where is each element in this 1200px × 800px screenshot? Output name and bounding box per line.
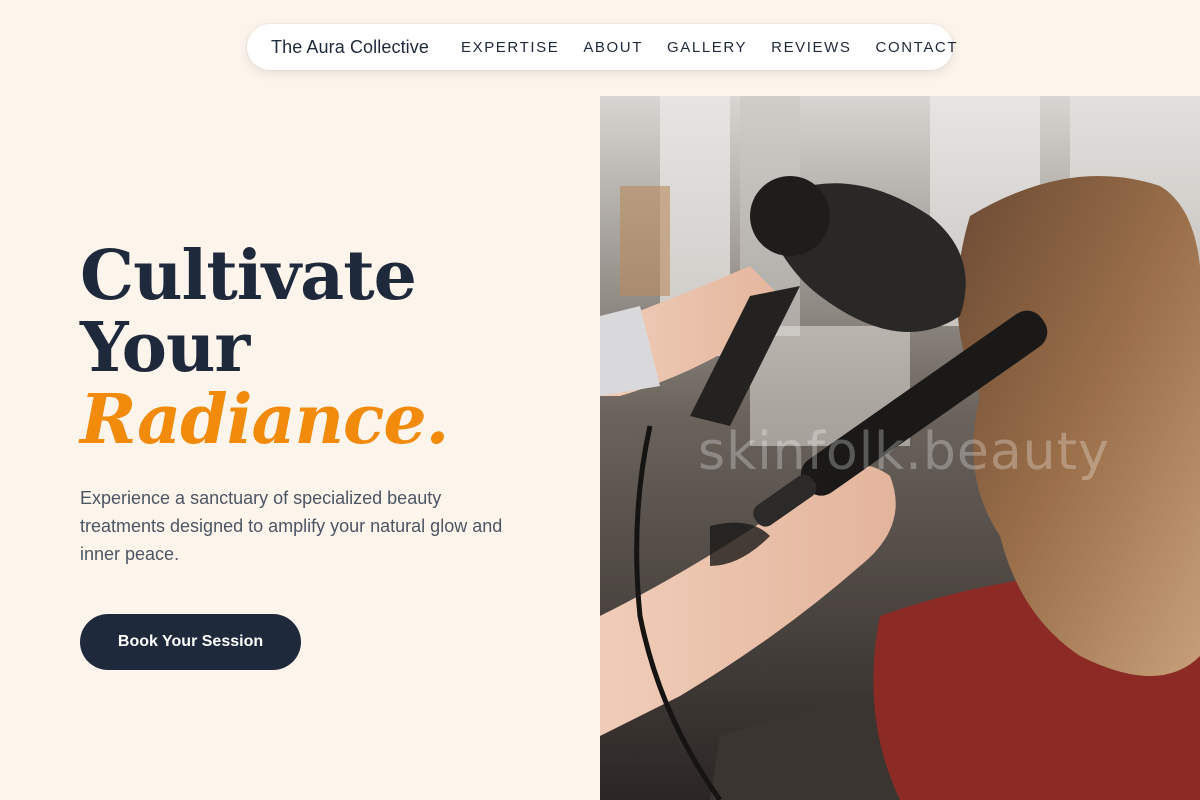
nav-item-contact: CONTACT <box>864 39 971 56</box>
nav-item-about: ABOUT <box>571 39 655 56</box>
hero-subtext: Experience a sanctuary of specialized be… <box>80 488 503 564</box>
headline-accent: Radiance. <box>80 380 449 460</box>
nav-link-reviews[interactable]: REVIEWS <box>759 39 863 56</box>
nav-link-expertise[interactable]: EXPERTISE <box>449 39 571 56</box>
hero-content: Cultivate Your Radiance. Experience a sa… <box>80 240 560 670</box>
landing-page: The Aura Collective EXPERTISE ABOUT GALL… <box>0 0 1200 800</box>
brand-logo-link[interactable]: The Aura Collective <box>271 37 429 58</box>
nav-item-gallery: GALLERY <box>655 39 759 56</box>
hair-salon-photo-icon <box>600 96 1200 800</box>
hero-headline: Cultivate Your Radiance. <box>80 240 560 456</box>
nav-link-contact[interactable]: CONTACT <box>864 39 971 56</box>
nav-item-reviews: REVIEWS <box>759 39 863 56</box>
hero-photo: skinfolk.beauty <box>600 96 1200 800</box>
headline-line-2: Your <box>80 308 250 388</box>
nav-links: EXPERTISE ABOUT GALLERY REVIEWS CONTACT <box>449 39 970 56</box>
top-navigation: The Aura Collective EXPERTISE ABOUT GALL… <box>247 24 957 70</box>
nav-link-about[interactable]: ABOUT <box>571 39 655 56</box>
headline-line-1: Cultivate <box>80 236 417 316</box>
book-session-button[interactable]: Book Your Session <box>80 614 301 670</box>
nav-link-gallery[interactable]: GALLERY <box>655 39 759 56</box>
nav-item-expertise: EXPERTISE <box>449 39 571 56</box>
